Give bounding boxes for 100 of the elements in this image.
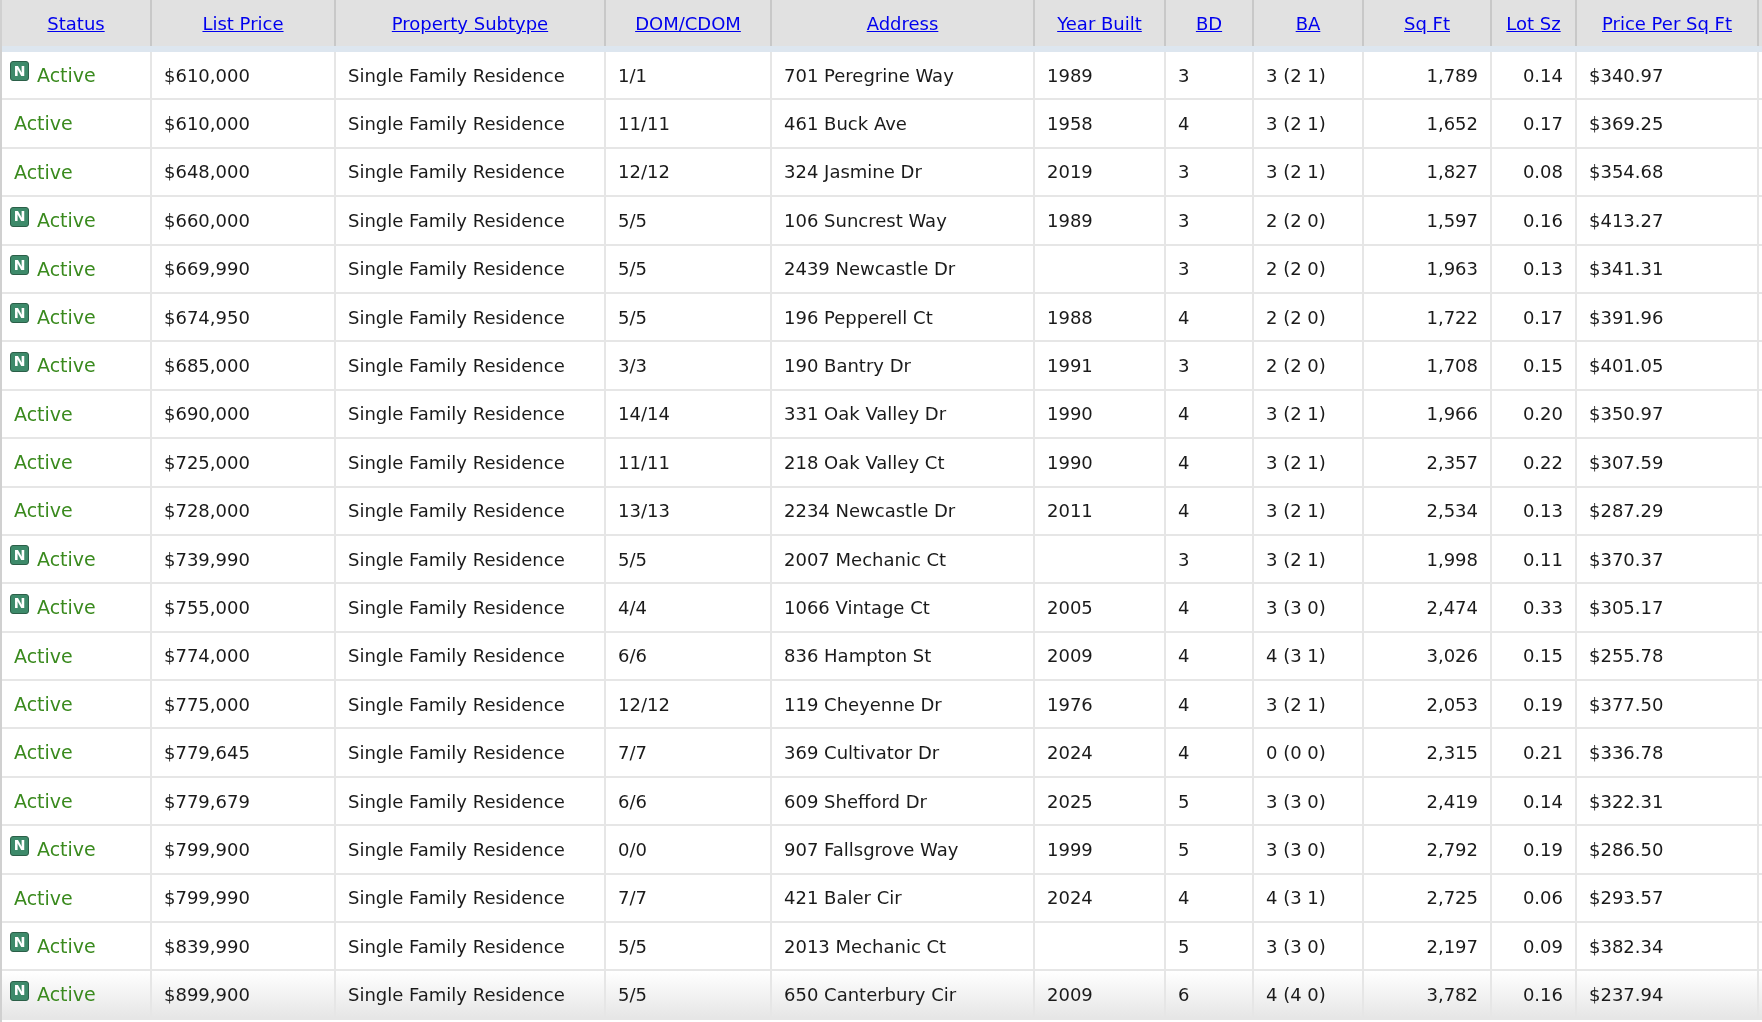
table-cell-text: 12/12 [618,160,670,185]
table-cell-text: 2007 Mechanic Ct [784,547,947,572]
status-text: Active [37,304,96,330]
table-cell-text: 5/5 [618,305,647,330]
status-text: Active [37,595,96,621]
column-header-link[interactable]: DOM/CDOM [635,10,741,37]
table-cell-text: 324 Jasmine Dr [784,160,922,185]
table-cell-text: 4 [1178,402,1190,427]
status-text: Active [37,256,96,282]
table-cell-text: Single Family Residence [348,112,565,137]
table-cell-text: 3 (2 1) [1266,547,1326,572]
new-listing-badge: N [10,255,29,275]
table-cell-text: Single Family Residence [348,837,565,862]
table-cell-text: 4 [1178,644,1190,669]
table-cell-text: 0.16 [1522,983,1563,1008]
table-cell-text: $799,990 [164,886,250,911]
table-cell-text: 2,534 [1426,499,1478,524]
column-header-link[interactable]: BA [1295,10,1321,37]
table-cell-text: 4 [1178,499,1190,524]
table-cell-text: 1,966 [1426,402,1478,427]
table-cell-text: 1991 [1047,354,1093,379]
table-cell-text: 3 (3 0) [1266,596,1326,620]
column-header-link[interactable]: Lot Sz [1506,10,1561,37]
table-cell-text: 3 [1178,63,1190,88]
table-cell-text: 3 (2 1) [1266,499,1326,524]
column-header-link[interactable]: BD [1195,10,1223,37]
table-cell-text: 3 (3 0) [1266,837,1326,862]
table-cell-text: 0.14 [1522,63,1563,88]
status-text: Active [13,401,73,427]
table-cell-text: 836 Hampton St [784,644,932,669]
table-cell-text: 4 [1178,741,1190,766]
table-cell-text: 3/3 [618,354,647,379]
table-cell-text: Single Family Residence [348,160,565,185]
table-cell-text: 5 [1178,789,1190,814]
table-cell-text: 1,722 [1426,305,1478,330]
column-header-link[interactable]: Sq Ft [1404,10,1450,37]
table-cell-text: 218 Oak Valley Ct [784,450,945,475]
table-cell-text: 3 (2 1) [1266,160,1326,185]
table-cell-text: 4 [1178,450,1190,475]
new-listing-badge: N [10,61,29,82]
table-cell-text: 13/13 [618,499,670,524]
column-header-link[interactable]: Address [866,10,939,37]
table-cell-text: 1999 [1047,837,1093,862]
table-cell-text: 1990 [1047,450,1093,475]
table-cell-text: 1989 [1047,63,1093,88]
table-cell-text: $899,900 [164,983,250,1008]
table-cell-text: 2,725 [1426,886,1478,911]
table-cell-text: 4 [1178,305,1190,330]
table-cell-text: $685,000 [164,354,250,379]
table-cell-text: 196 Pepperell Ct [784,305,933,330]
status-text: Active [13,692,73,717]
table-cell-text: 6 [1178,983,1190,1008]
table-cell-text: $350.97 [1589,402,1664,427]
table-cell-text: 3 [1178,547,1190,572]
table-cell-text: 2009 [1047,644,1093,669]
column-header-link[interactable]: Year Built [1057,10,1142,37]
table-cell-text: $307.59 [1589,450,1664,475]
column-header-link[interactable]: List Price [202,10,284,37]
table-cell-text: 1989 [1047,208,1093,233]
table-cell-text: 5/5 [618,934,647,959]
table-cell-text: 4 [1178,596,1190,620]
table-cell-text: 0.21 [1522,741,1563,766]
table-cell-text: Single Family Residence [348,886,565,911]
table-cell-text: 4 [1178,692,1190,717]
column-header-link[interactable]: Status [47,10,105,37]
table-cell-text: 6/6 [618,644,647,669]
table-cell-text: $237.94 [1589,983,1664,1008]
table-cell-text: Single Family Residence [348,499,565,524]
table-cell-text: $610,000 [164,63,250,88]
table-cell-text: 12/12 [618,692,670,717]
table-cell-text: $377.50 [1589,692,1664,717]
table-cell-text: $369.25 [1589,112,1664,137]
table-cell-text: 2 (2 0) [1266,354,1326,379]
table-cell-text: 4 (4 0) [1266,983,1326,1008]
table-cell-text: Single Family Residence [348,741,565,766]
table-cell-text: 0.13 [1522,257,1563,282]
table-cell-text: $779,645 [164,741,250,766]
table-cell-text: $728,000 [164,499,250,524]
table-cell-text: Single Family Residence [348,257,565,282]
column-header-link[interactable]: Price Per Sq Ft [1602,10,1732,37]
table-cell-text: $674,950 [164,305,250,330]
table-cell-text: 0/0 [618,837,647,862]
table-cell-text: $799,900 [164,837,250,862]
table-cell-text: 1/1 [618,63,647,88]
new-listing-badge: N [10,980,29,1001]
table-cell-text: 2,315 [1426,741,1478,766]
status-text: Active [13,740,73,766]
table-cell-text: 4/4 [618,596,647,620]
table-cell-text: 2024 [1047,886,1093,911]
table-cell-text: 5/5 [618,257,647,282]
table-cell-text: 2024 [1047,741,1093,766]
status-text: Active [37,982,96,1008]
status-text: Active [37,62,96,88]
table-cell-text: $690,000 [164,402,250,427]
table-cell-text: 6/6 [618,789,647,814]
table-cell-text: 5 [1178,837,1190,862]
column-header-link[interactable]: Property Subtype [391,10,549,37]
table-cell-text: 5 [1178,934,1190,959]
table-cell-text: 3 [1178,160,1190,185]
status-text: Active [13,643,73,669]
